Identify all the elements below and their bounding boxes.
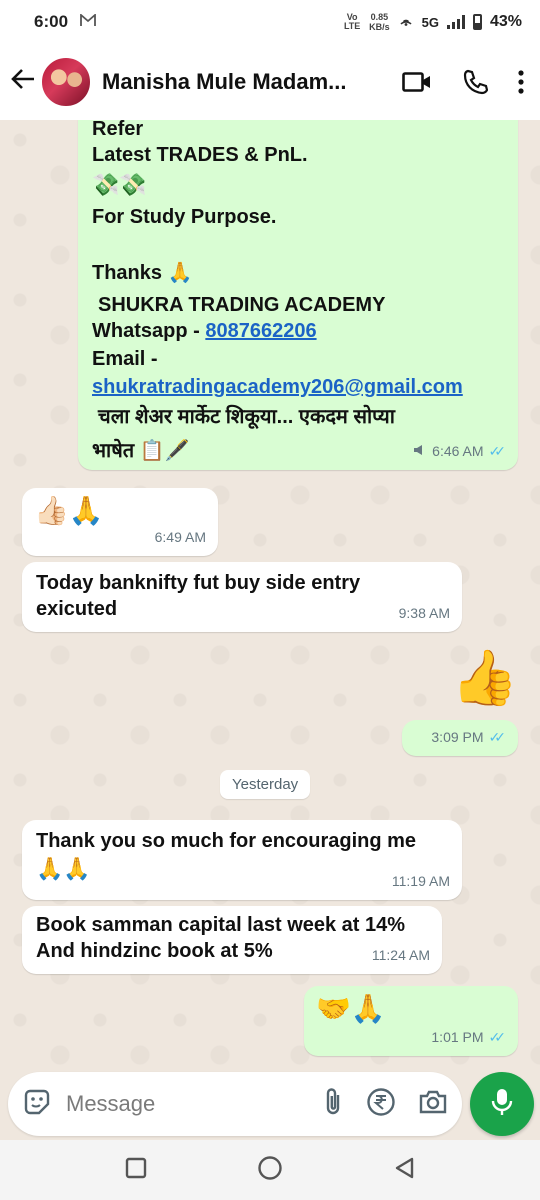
message-outgoing[interactable]: 🤝🙏 1:01 PM ✓✓ (304, 986, 518, 1056)
message-meta: 3:09 PM ✓✓ (431, 724, 506, 750)
message-time: 1:01 PM (431, 1029, 484, 1045)
message-text: Latest TRADES & PnL. (92, 144, 308, 166)
message-input[interactable]: Message (66, 1091, 322, 1117)
phone-link[interactable]: 8087662206 (205, 320, 316, 342)
gmail-icon (80, 12, 96, 31)
voice-call-icon[interactable] (462, 69, 488, 95)
status-time: 6:00 (34, 12, 69, 31)
signal-icon (446, 15, 465, 29)
speaker-icon (413, 438, 427, 464)
chat-header: Manisha Mule Madam... (0, 44, 540, 120)
rupee-icon[interactable] (366, 1087, 396, 1122)
network-type: 5G (421, 14, 439, 30)
message-emoji: 👍🏻🙏 (34, 495, 104, 526)
message-time: 3:09 PM (431, 729, 484, 745)
message-outgoing-sticker[interactable]: 👍 (450, 644, 520, 714)
message-meta: 11:24 AM (372, 942, 430, 968)
message-incoming[interactable]: 👍🏻🙏 6:49 AM (22, 488, 218, 556)
message-text: Today banknifty fut buy side entry exicu… (36, 572, 361, 620)
home-icon[interactable] (257, 1155, 283, 1186)
message-text: Book samman capital last week at 14% (36, 914, 406, 936)
message-outgoing-meta[interactable]: 3:09 PM ✓✓ (402, 720, 518, 756)
message-outgoing[interactable]: Refer Latest TRADES & PnL. 💸💸 For Study … (78, 120, 518, 470)
message-time: 6:49 AM (154, 529, 206, 545)
chat-area[interactable]: Refer Latest TRADES & PnL. 💸💸 For Study … (0, 120, 540, 1070)
message-text: Whatsapp - 8087662206 (92, 318, 504, 344)
message-incoming[interactable]: Thank you so much for encouraging me 🙏🙏 … (22, 820, 462, 900)
video-call-icon[interactable] (402, 71, 432, 93)
whatsapp-label: Whatsapp - (92, 320, 206, 342)
message-time: 11:19 AM (391, 873, 450, 889)
message-meta: 6:49 AM (155, 524, 206, 550)
read-receipt-icon: ✓✓ (488, 443, 507, 459)
message-composer: Message (8, 1072, 462, 1136)
recents-icon[interactable] (125, 1157, 147, 1184)
message-text: And hindzinc book at 5% (36, 940, 273, 962)
message-emoji: 🤝🙏 (316, 993, 386, 1024)
avatar[interactable] (40, 56, 92, 108)
date-chip: Yesterday (220, 770, 311, 799)
message-incoming[interactable]: Today banknifty fut buy side entry exicu… (22, 562, 462, 632)
more-vert-icon[interactable] (518, 70, 524, 94)
network-speed: 0.85 KB/s (369, 12, 390, 32)
camera-icon[interactable] (418, 1089, 448, 1120)
message-text: Email - (92, 348, 158, 370)
read-receipt-icon: ✓✓ (488, 729, 507, 745)
hotspot-icon (398, 13, 414, 32)
message-time: 6:46 AM (432, 443, 484, 459)
money-emoji: 💸💸 (92, 172, 147, 197)
message-meta: 11:19 AM (392, 868, 450, 894)
message-incoming[interactable]: Book samman capital last week at 14% And… (22, 906, 442, 974)
system-nav-bar (0, 1140, 540, 1200)
battery-icon (472, 14, 482, 30)
message-text: Thanks 🙏 (92, 262, 193, 284)
sticker-icon[interactable] (22, 1087, 52, 1122)
thumbs-up-emoji: 👍 (451, 648, 519, 708)
email-link[interactable]: shukratradingacademy206@gmail.com (92, 374, 504, 400)
status-bar: 6:00 Vo LTE 0.85 KB/s 5G 43% (0, 0, 540, 44)
mic-icon (491, 1087, 513, 1122)
speed-value: 0.85 (370, 12, 389, 22)
message-meta: 6:46 AM ✓✓ (413, 438, 506, 464)
message-time: 11:24 AM (371, 947, 430, 963)
message-text: Thank you so much for encouraging me (36, 830, 417, 852)
speed-unit: KB/s (369, 22, 390, 32)
back-arrow-icon[interactable] (10, 67, 40, 97)
battery-level: 43% (489, 13, 522, 30)
back-icon[interactable] (393, 1156, 415, 1185)
message-meta: 9:38 AM (399, 600, 450, 626)
message-time: 9:38 AM (398, 605, 450, 621)
contact-name[interactable]: Manisha Mule Madam... (102, 69, 362, 95)
message-text: Refer (92, 120, 144, 140)
attach-icon[interactable] (322, 1087, 344, 1122)
volte-indicator: Vo LTE (343, 12, 361, 31)
message-text: For Study Purpose. (92, 206, 277, 228)
message-text: SHUKRA TRADING ACADEMY (98, 294, 386, 316)
message-meta: 1:01 PM ✓✓ (431, 1024, 506, 1050)
mic-button[interactable] (470, 1072, 534, 1136)
message-emoji: 🙏🙏 (36, 856, 91, 881)
message-text: चला शेअर मार्केट शिकूया... एकदम सोप्या (98, 406, 395, 428)
read-receipt-icon: ✓✓ (488, 1029, 507, 1045)
